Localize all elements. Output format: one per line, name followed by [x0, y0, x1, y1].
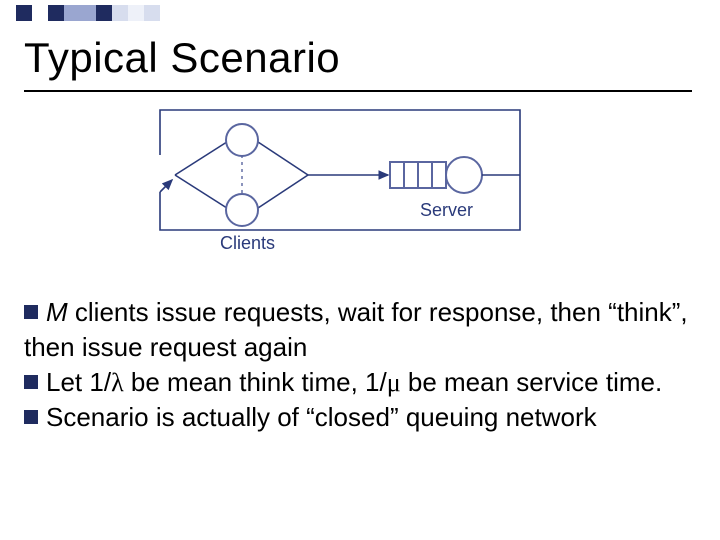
client-node-top [226, 124, 258, 156]
mu-symbol: μ [387, 368, 401, 397]
bullet-square-icon [24, 305, 38, 319]
deco-square [48, 5, 64, 21]
bullet3-text: Scenario is actually of “closed” queuing… [46, 402, 597, 432]
client-node-bottom [226, 194, 258, 226]
arrow-into-fork [160, 180, 172, 192]
server-label: Server [420, 200, 473, 221]
server-node [446, 157, 482, 193]
bullet2-c: be mean service time. [401, 367, 663, 397]
deco-square [144, 5, 160, 21]
lambda-symbol: λ [111, 368, 124, 397]
diagram-svg [120, 100, 540, 270]
bullet-line-1: M clients issue requests, wait for respo… [24, 295, 696, 365]
deco-square [16, 5, 32, 21]
fork-line [175, 175, 230, 210]
bullet-square-icon [24, 410, 38, 424]
deco-square [128, 5, 144, 21]
deco-square [0, 5, 16, 21]
bullet1-text: clients issue requests, wait for respons… [24, 297, 688, 362]
join-line [255, 175, 308, 210]
bullet-line-2: Let 1/λ be mean think time, 1/μ be mean … [24, 365, 696, 400]
deco-square [64, 5, 80, 21]
italic-m: M [46, 297, 68, 327]
slide-title: Typical Scenario [24, 34, 340, 82]
fork-line [175, 140, 230, 175]
deco-square [32, 5, 48, 21]
bullet2-b: be mean think time, 1/ [124, 367, 387, 397]
deco-square [96, 5, 112, 21]
queuing-diagram: Server Clients [120, 100, 540, 265]
deco-square [112, 5, 128, 21]
join-line [255, 140, 308, 175]
decorative-squares-row [0, 5, 720, 21]
bullet-line-3: Scenario is actually of “closed” queuing… [24, 400, 696, 435]
title-underline [24, 90, 692, 92]
clients-label: Clients [220, 233, 275, 254]
deco-square [80, 5, 96, 21]
bullet2-a: Let 1/ [46, 367, 111, 397]
body-text: M clients issue requests, wait for respo… [24, 295, 696, 435]
slide: Typical Scenario [0, 0, 720, 540]
bullet-square-icon [24, 375, 38, 389]
